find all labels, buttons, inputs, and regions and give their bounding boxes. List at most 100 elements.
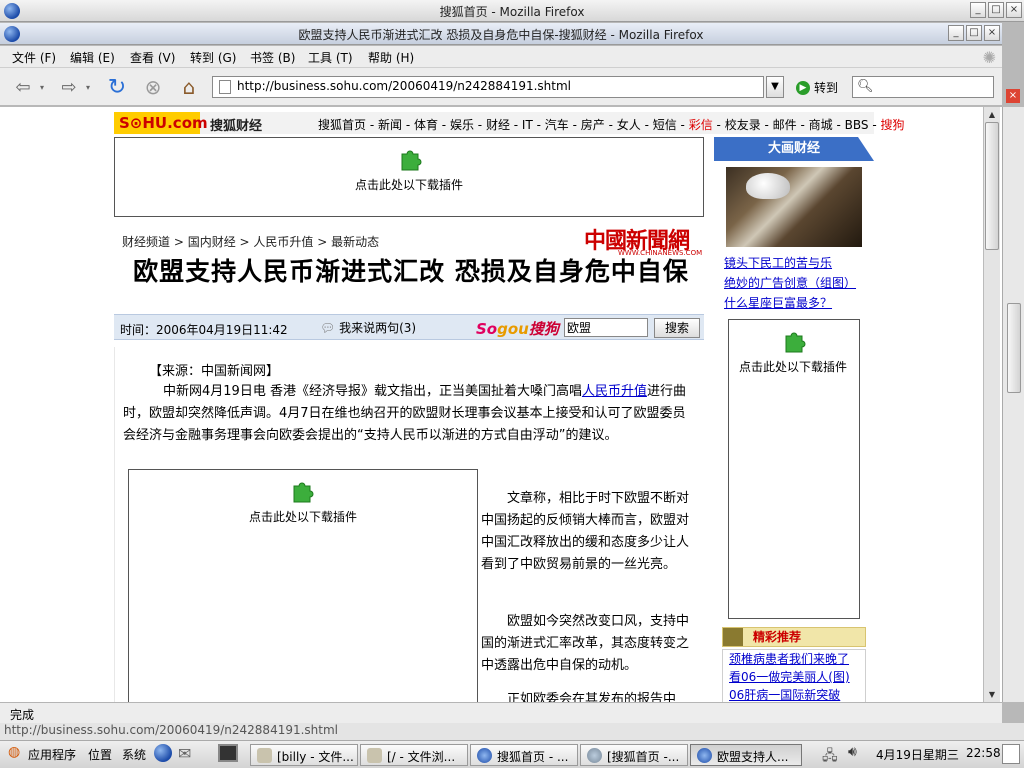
article-paragraph-3: 欧盟如今突然改变口风，支持中国的渐进式汇率改革，其态度转变之中透露出危中自保的动… (481, 614, 690, 673)
top-nav-link[interactable]: 汽车 (545, 118, 569, 132)
taskbar-button-eu-article[interactable]: 欧盟支持人... (690, 744, 802, 766)
scroll-down-arrow-icon[interactable]: ▼ (984, 687, 1000, 702)
sidebar-link-3[interactable]: 什么星座巨富最多？ (724, 293, 856, 313)
places-menu[interactable]: 位置 (88, 746, 112, 763)
back-history-dropdown-icon[interactable]: ▾ (36, 75, 48, 99)
top-nav-link[interactable]: 体育 (414, 118, 438, 132)
top-nav-link[interactable]: 短信 (653, 118, 677, 132)
forward-arrow-icon[interactable]: ⇨ (56, 75, 82, 99)
migrant-worker-photo[interactable] (726, 167, 862, 247)
top-nav-link[interactable]: IT (522, 118, 533, 132)
top-nav-link[interactable]: 新闻 (378, 118, 402, 132)
inner-close-button[interactable]: × (984, 25, 1000, 41)
chinanews-url: WWW.CHINANEWS.COM (618, 249, 703, 257)
plugin-placeholder-top[interactable]: 点击此处以下载插件 (114, 137, 704, 217)
article-paragraph-4: 正如欧委会在其发布的报告中 (507, 692, 677, 702)
volume-icon[interactable]: 🔊︎ (848, 744, 857, 760)
puzzle-piece-icon (401, 150, 422, 171)
recommend-link-2[interactable]: 看06一做完美丽人(图) (729, 668, 865, 686)
top-nav-link[interactable]: 搜狗 (880, 118, 904, 132)
clock-date[interactable]: 4月19日星期三 (876, 746, 959, 763)
system-menu[interactable]: 系统 (122, 746, 146, 763)
outer-minimize-button[interactable]: _ (970, 2, 986, 18)
top-nav-link[interactable]: 校友录 (725, 118, 761, 132)
menu-file[interactable]: 文件 (F) (12, 49, 56, 66)
url-history-dropdown-icon[interactable]: ▼ (766, 76, 784, 98)
outer-close-button[interactable]: × (1006, 2, 1022, 18)
breadcrumb: 财经频道 > 国内财经 > 人民币升值 > 最新动态 (122, 233, 379, 250)
home-icon[interactable]: ⌂ (176, 75, 202, 99)
breadcrumb-separator: > (170, 235, 188, 249)
menu-edit[interactable]: 编辑 (E) (70, 49, 115, 66)
taskbar-button-billy-files[interactable]: [billy - 文件... (250, 744, 358, 766)
top-nav-link[interactable]: 商城 (809, 118, 833, 132)
menu-help[interactable]: 帮助 (H) (368, 49, 414, 66)
top-nav-link[interactable]: 房产 (581, 118, 605, 132)
menu-bookmarks[interactable]: 书签 (B) (250, 49, 295, 66)
url-text: http://business.sohu.com/20060419/n24288… (237, 79, 572, 93)
status-bar: 完成 (0, 702, 1002, 723)
taskbar-button-sohu-home-1[interactable]: 搜狐首页 - ... (470, 744, 578, 766)
outer-window-title: 搜狐首页 - Mozilla Firefox (439, 5, 585, 19)
top-nav-link[interactable]: 财经 (486, 118, 510, 132)
sidebar-link-1[interactable]: 镜头下民工的苦与乐 (724, 253, 856, 273)
network-icon[interactable]: 🖧︎ (822, 745, 838, 768)
trash-icon[interactable] (1002, 744, 1020, 764)
forward-history-dropdown-icon[interactable]: ▾ (82, 75, 94, 99)
scroll-up-arrow-icon[interactable]: ▲ (984, 107, 1000, 122)
taskbar-button-root-files[interactable]: [/ - 文件浏... (360, 744, 468, 766)
sidebar-title[interactable]: 大画财经 (714, 137, 874, 161)
breadcrumb-link[interactable]: 财经频道 (122, 235, 170, 249)
mail-launcher-icon[interactable]: ✉ (178, 744, 191, 763)
breadcrumb-separator: > (313, 235, 332, 249)
menu-go[interactable]: 转到 (G) (190, 49, 236, 66)
breadcrumb-link[interactable]: 国内财经 (188, 235, 236, 249)
channel-name[interactable]: 搜狐财经 (210, 115, 262, 134)
search-magnifier-icon: 🔍︎ (857, 79, 874, 94)
taskbar-button-sohu-home-2[interactable]: [搜狐首页 -... (580, 744, 688, 766)
top-nav-link[interactable]: 搜狐首页 (318, 118, 366, 132)
folder-icon (257, 748, 272, 763)
background-close-icon[interactable]: × (1006, 89, 1020, 103)
reload-icon[interactable]: ↻ (104, 75, 130, 100)
outer-maximize-button[interactable]: □ (988, 2, 1004, 18)
web-search-field[interactable]: 🔍︎ (852, 76, 994, 98)
inner-window-title: 欧盟支持人民币渐进式汇改 恐损及自身危中自保-搜狐财经 - Mozilla Fi… (298, 28, 704, 42)
back-arrow-icon[interactable]: ⇦ (10, 75, 36, 99)
rmb-appreciation-link[interactable]: 人民币升值 (582, 384, 647, 399)
top-nav-link[interactable]: BBS (845, 118, 869, 132)
sidebar-link-2[interactable]: 绝妙的广告创意（组图） (724, 273, 856, 293)
recommend-link-3[interactable]: 06肝病一国际新突破 (729, 686, 865, 702)
page-vertical-scrollbar[interactable]: ▲ ▼ (983, 107, 1000, 702)
top-nav-link[interactable]: 邮件 (773, 118, 797, 132)
menu-view[interactable]: 查看 (V) (130, 49, 175, 66)
comment-link[interactable]: 💬︎ 我来说两句(3) (320, 319, 416, 336)
sogou-search-button[interactable]: 搜索 (654, 318, 700, 338)
firefox-launcher-icon[interactable] (154, 744, 172, 762)
sogou-logo: Sogou搜狗 (476, 320, 559, 338)
recommend-link-1[interactable]: 颈椎病患者我们来晚了 (729, 650, 865, 668)
breadcrumb-link[interactable]: 人民币升值 (253, 235, 313, 249)
url-bar[interactable]: http://business.sohu.com/20060419/n24288… (212, 76, 764, 98)
applications-menu[interactable]: 应用程序 (28, 746, 76, 763)
go-button[interactable]: ▶ 转到 (796, 79, 838, 96)
top-nav-link[interactable]: 娱乐 (450, 118, 474, 132)
inner-maximize-button[interactable]: □ (966, 25, 982, 41)
sogou-search-input[interactable] (564, 318, 648, 337)
breadcrumb-link[interactable]: 最新动态 (331, 235, 379, 249)
throbber-icon: ✺ (982, 48, 996, 67)
top-nav-link[interactable]: 彩信 (689, 118, 713, 132)
menu-tools[interactable]: 工具 (T) (308, 49, 353, 66)
plugin-placeholder-inline[interactable]: 点击此处以下载插件 (128, 469, 478, 702)
clock-time[interactable]: 22:58 (966, 746, 1001, 760)
speech-bubble-icon: 💬︎ (320, 321, 336, 335)
plugin-placeholder-sidebar[interactable]: 点击此处以下载插件 (728, 319, 860, 619)
top-nav-link[interactable]: 女人 (617, 118, 641, 132)
ubuntu-logo-icon[interactable]: ◍ (8, 744, 20, 760)
terminal-launcher-icon[interactable] (218, 744, 238, 762)
stop-icon[interactable]: ⊗ (140, 75, 166, 99)
sohu-logo[interactable]: S⊙HU.com (114, 112, 208, 134)
inner-minimize-button[interactable]: _ (948, 25, 964, 41)
background-scroll-thumb[interactable] (1007, 303, 1021, 393)
scroll-thumb[interactable] (985, 122, 999, 250)
